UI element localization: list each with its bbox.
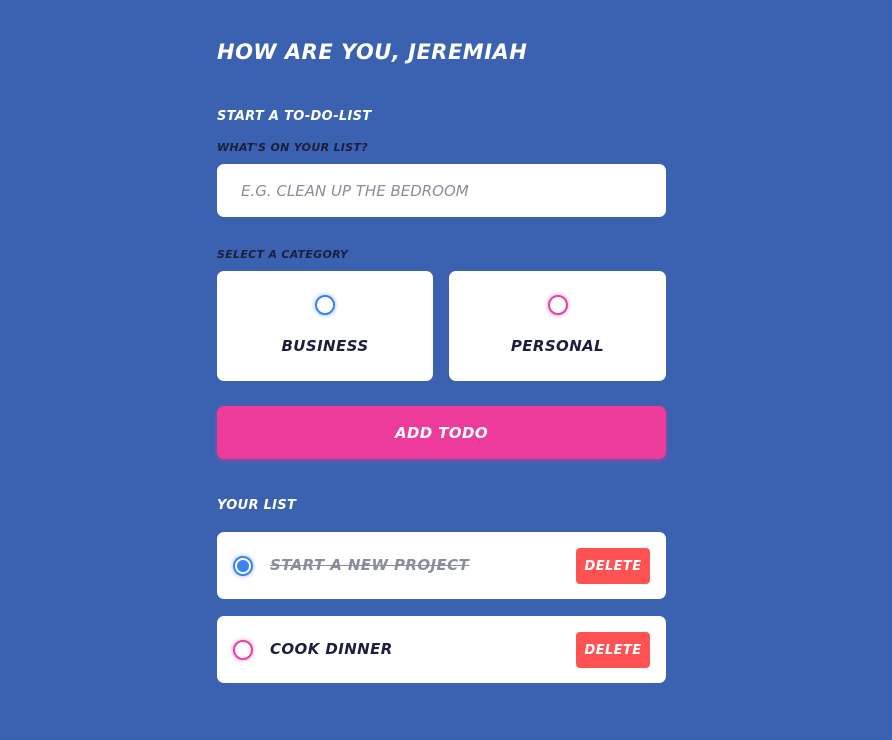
todo-done-checkbox[interactable] — [233, 640, 253, 660]
personal-radio[interactable] — [547, 295, 568, 315]
business-radio[interactable] — [315, 295, 335, 315]
list-title: Your List — [217, 498, 297, 513]
delete-button[interactable]: Delete — [576, 632, 650, 668]
todo-input[interactable] — [217, 164, 666, 217]
create-todo-title: Start a to-do-list — [217, 109, 372, 124]
add-todo-button[interactable]: Add todo — [217, 406, 666, 459]
category-option-personal[interactable]: Personal — [449, 271, 666, 381]
greeting-title: How are you, Jeremiah — [217, 40, 528, 64]
category-option-label: Business — [281, 337, 369, 355]
todo-input-label: What's on your list? — [217, 141, 368, 154]
todo-text[interactable]: Start a new project — [270, 556, 469, 574]
todo-text[interactable]: Cook dinner — [270, 640, 393, 658]
category-label: Select a category — [217, 248, 349, 261]
category-option-label: Personal — [510, 337, 605, 355]
delete-button[interactable]: Delete — [576, 548, 650, 584]
category-option-business[interactable]: Business — [217, 271, 433, 381]
todo-item: Cook dinner Delete — [217, 616, 666, 683]
todo-done-checkbox[interactable] — [233, 556, 253, 576]
todo-item: Start a new project Delete — [217, 532, 666, 599]
